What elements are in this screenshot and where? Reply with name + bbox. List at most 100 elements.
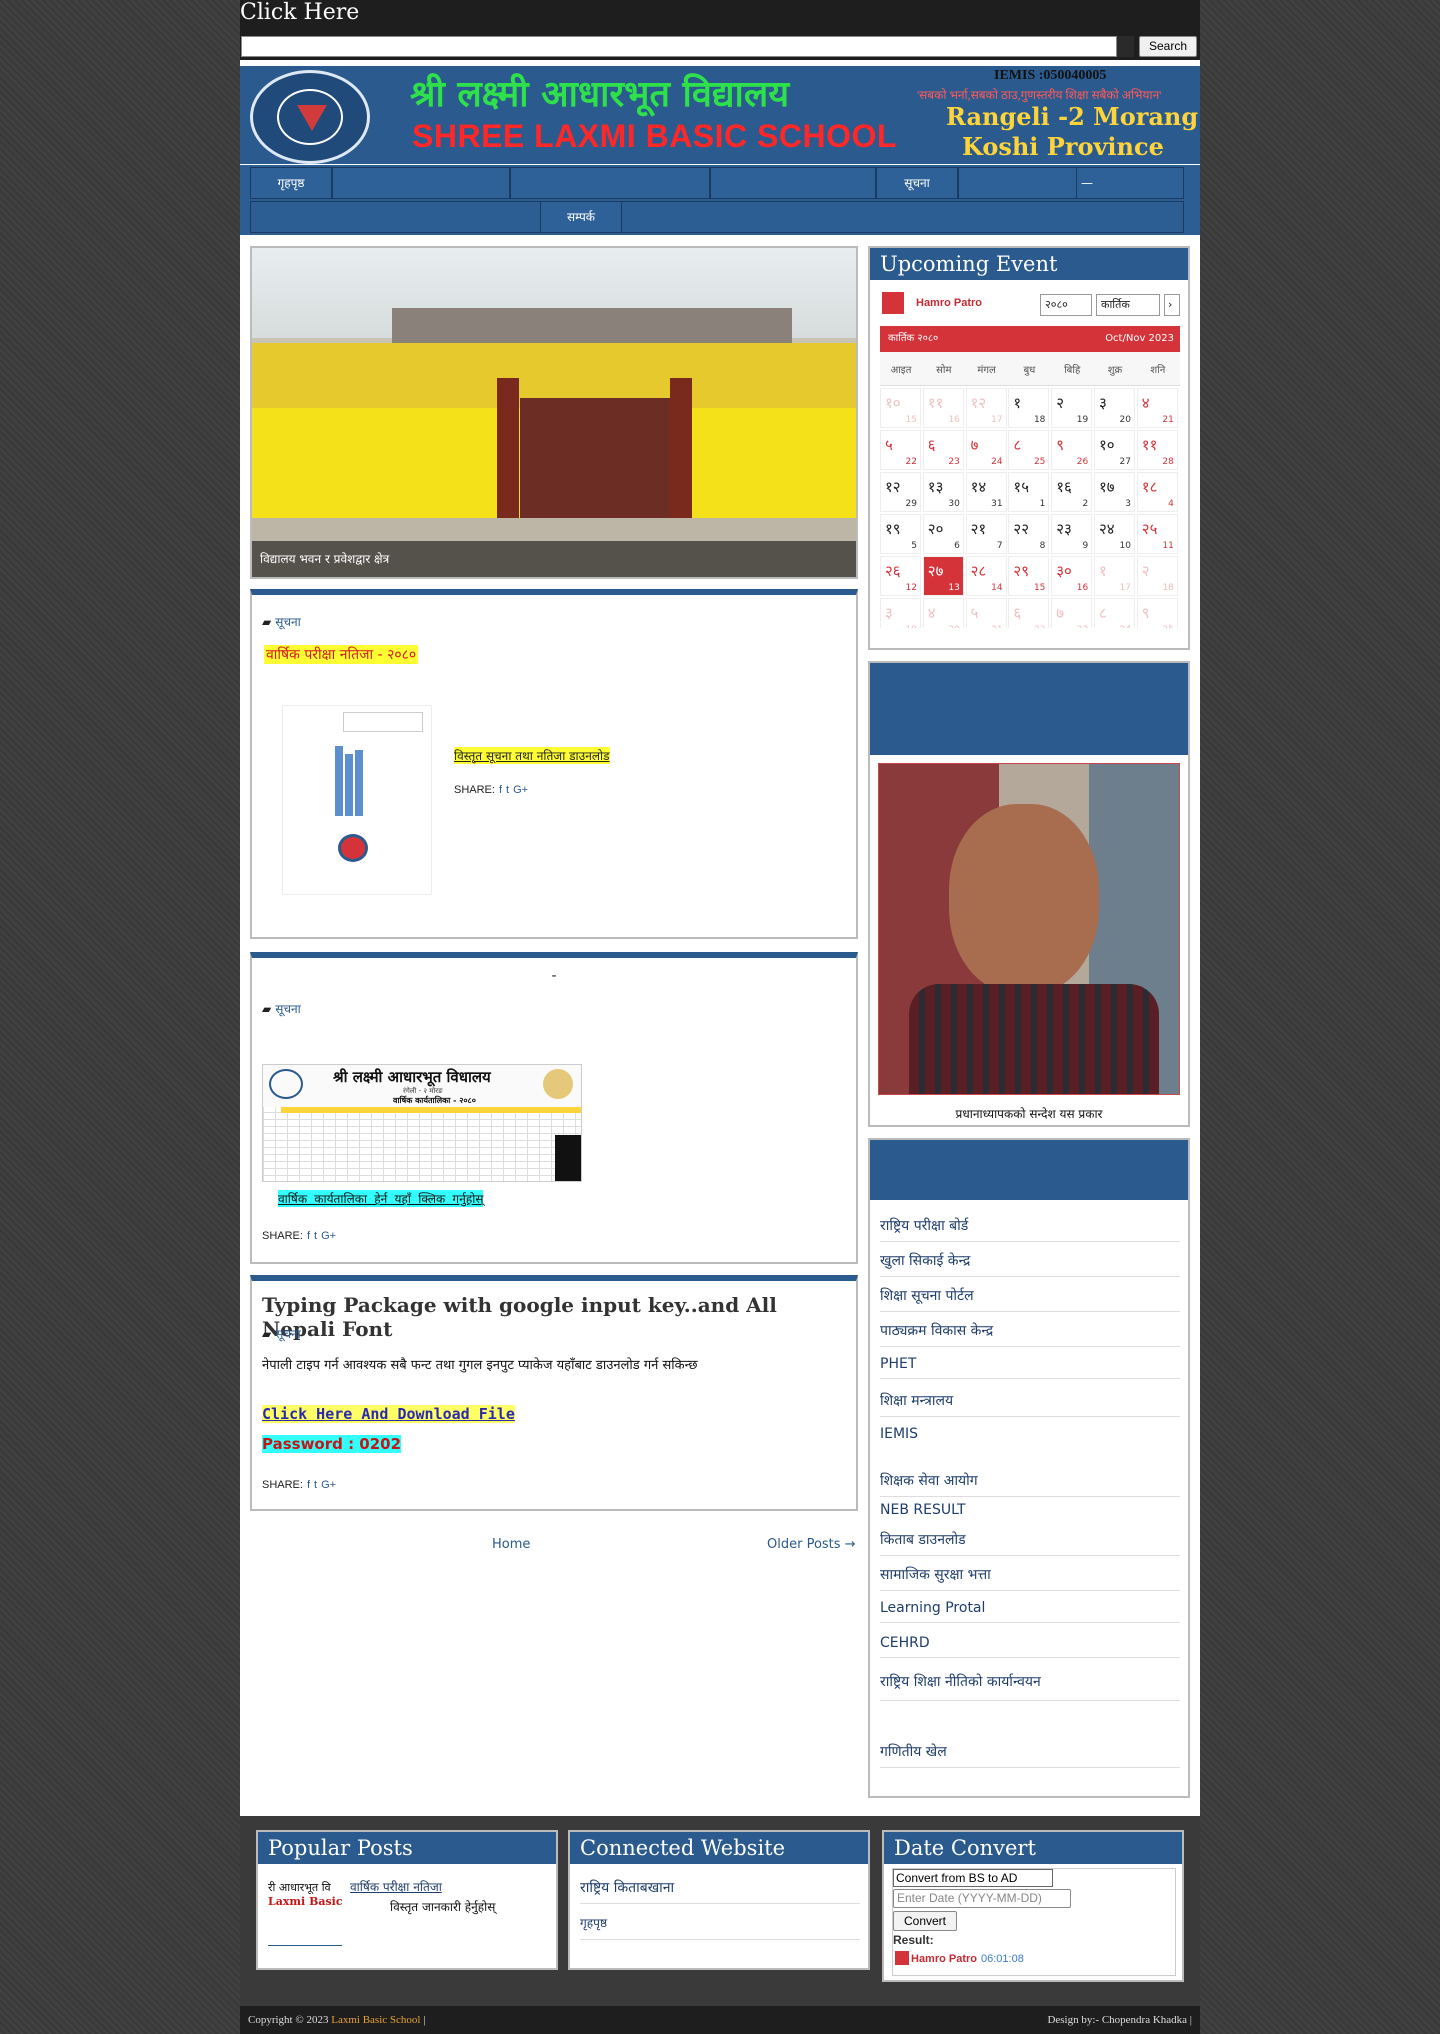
calendar-day[interactable]: ९ 26 bbox=[1051, 430, 1093, 470]
school-link[interactable]: Laxmi Basic School bbox=[331, 2014, 420, 2026]
calendar-day[interactable]: ७ 23 bbox=[1051, 598, 1093, 628]
calendar-day[interactable]: ६ 23 bbox=[922, 430, 964, 470]
nav-item-home[interactable]: गृहपृष्ठ bbox=[250, 167, 332, 199]
nav-item-4[interactable] bbox=[710, 167, 876, 199]
post-title[interactable]: Typing Package with google input key..an… bbox=[262, 1293, 856, 1341]
calendar-day[interactable]: २९ 15 bbox=[1008, 556, 1050, 596]
calendar-day[interactable]: २ 19 bbox=[1051, 388, 1093, 428]
calendar-day[interactable]: १२ 17 bbox=[965, 388, 1007, 428]
calendar-day[interactable]: १२ 29 bbox=[880, 472, 921, 512]
link-item[interactable]: PHET bbox=[880, 1356, 1180, 1379]
calendar-day[interactable]: २८ 14 bbox=[965, 556, 1007, 596]
calendar-day[interactable]: ४ 20 bbox=[922, 598, 964, 628]
calendar-day[interactable]: ३ 19 bbox=[880, 598, 921, 628]
link-item[interactable]: खुला सिकाई केन्द्र bbox=[880, 1251, 1180, 1277]
link-item[interactable]: पाठ्यक्रम विकास केन्द्र bbox=[880, 1321, 1180, 1347]
convert-button[interactable]: Convert bbox=[893, 1911, 957, 1931]
calendar-day[interactable]: १ 18 bbox=[1008, 388, 1050, 428]
popular-post-link[interactable]: वार्षिक परीक्षा नतिजा bbox=[350, 1878, 550, 1895]
search-input[interactable] bbox=[241, 36, 1117, 57]
calendar-day[interactable]: ११ 28 bbox=[1136, 430, 1178, 470]
calendar-day[interactable]: १९ 5 bbox=[880, 514, 921, 554]
connected-link[interactable]: राष्ट्रिय किताबखाना bbox=[580, 1878, 860, 1904]
calendar-day[interactable]: २६ 12 bbox=[880, 556, 921, 596]
popular-post-thumbnail[interactable]: री आधारभूत वि Laxmi Basic Sc bbox=[268, 1880, 342, 1946]
annual-calendar-thumbnail[interactable]: श्री लक्ष्मी आधारभूत विधालय रंगेली - २ म… bbox=[262, 1064, 582, 1182]
pagination-older-link[interactable]: Older Posts → bbox=[767, 1537, 856, 1552]
design-credit[interactable]: Design by:- Chopendra Khadka | bbox=[1047, 2014, 1192, 2026]
link-item[interactable]: Learning Protal bbox=[880, 1600, 1180, 1623]
nav-item-2[interactable] bbox=[332, 167, 510, 199]
calendar-day[interactable]: १ 17 bbox=[1094, 556, 1135, 596]
calendar-day[interactable]: ६ 22 bbox=[1008, 598, 1050, 628]
calendar-go-button[interactable]: › bbox=[1164, 294, 1180, 316]
post-category[interactable]: ▰ सूचना bbox=[262, 1000, 301, 1017]
calendar-brand[interactable]: Hamro Patro bbox=[916, 297, 982, 309]
calendar-day[interactable]: ७ 24 bbox=[965, 430, 1007, 470]
calendar-day[interactable]: ३० 16 bbox=[1051, 556, 1093, 596]
calendar-day[interactable]: ४ 21 bbox=[1136, 388, 1178, 428]
calendar-day[interactable]: ५ 21 bbox=[965, 598, 1007, 628]
link-item[interactable]: शिक्षा मन्त्रालय bbox=[880, 1391, 1180, 1417]
link-item[interactable]: शिक्षक सेवा आयोग bbox=[880, 1471, 1180, 1497]
connected-link[interactable]: गृहपृष्ठ bbox=[580, 1914, 860, 1940]
calendar-day[interactable]: १० 15 bbox=[880, 388, 921, 428]
calendar-day[interactable]: २२ 8 bbox=[1008, 514, 1050, 554]
nav-item-notice[interactable]: सूचना bbox=[876, 167, 958, 199]
calendar-day[interactable]: १७ 3 bbox=[1094, 472, 1135, 512]
post-document-thumbnail[interactable] bbox=[282, 705, 432, 895]
calendar-day[interactable]: ८ 24 bbox=[1094, 598, 1135, 628]
link-item[interactable]: NEB RESULT bbox=[880, 1502, 1180, 1524]
facebook-icon[interactable]: f bbox=[307, 1230, 310, 1242]
calendar-day[interactable]: १४ 31 bbox=[965, 472, 1007, 512]
calendar-day[interactable]: १६ 2 bbox=[1051, 472, 1093, 512]
post-doc-link[interactable]: विस्तृत सूचना तथा नतिजा डाउनलोड bbox=[454, 747, 610, 764]
nav-item-contact[interactable]: सम्पर्क bbox=[540, 201, 622, 233]
link-item[interactable]: IEMIS bbox=[880, 1426, 1180, 1448]
link-item[interactable]: राष्ट्रिय शिक्षा नीतिको कार्यान्वयन bbox=[880, 1670, 1180, 1701]
link-item[interactable]: किताब डाउनलोड bbox=[880, 1530, 1180, 1556]
nav-item-3[interactable] bbox=[510, 167, 710, 199]
download-file-link[interactable]: Click Here And Download File bbox=[262, 1405, 515, 1423]
calendar-day[interactable]: ९ 25 bbox=[1136, 598, 1178, 628]
link-item[interactable]: गणितीय खेल bbox=[880, 1742, 1180, 1768]
calendar-day[interactable]: १५ 1 bbox=[1008, 472, 1050, 512]
month-select[interactable]: कार्तिक bbox=[1096, 294, 1160, 316]
post-category[interactable]: ▰ सूचना bbox=[262, 1325, 301, 1342]
calendar-day[interactable]: १८ 4 bbox=[1136, 472, 1178, 512]
calendar-day[interactable]: २ 18 bbox=[1136, 556, 1178, 596]
link-item[interactable]: शिक्षा सूचना पोर्टल bbox=[880, 1286, 1180, 1312]
calendar-day[interactable]: ३ 20 bbox=[1094, 388, 1135, 428]
twitter-icon[interactable]: t bbox=[506, 784, 509, 796]
post-category[interactable]: ▰ सूचना bbox=[262, 613, 301, 630]
calendar-day[interactable]: १३ 30 bbox=[922, 472, 964, 512]
google-plus-icon[interactable]: G+ bbox=[321, 1230, 336, 1242]
calendar-day[interactable]: १० 27 bbox=[1094, 430, 1135, 470]
calendar-day-today[interactable]: २७ 13 bbox=[922, 556, 964, 596]
calendar-day[interactable]: ५ 22 bbox=[880, 430, 921, 470]
calendar-day[interactable]: २४ 10 bbox=[1094, 514, 1135, 554]
calendar-day[interactable]: २३ 9 bbox=[1051, 514, 1093, 554]
twitter-icon[interactable]: t bbox=[314, 1230, 317, 1242]
image-slider[interactable]: विद्यालय भवन र प्रवेशद्वार क्षेत्र bbox=[250, 246, 858, 579]
hamro-patro-link[interactable]: Hamro Patro bbox=[911, 1953, 977, 1965]
year-select[interactable]: २०८० bbox=[1040, 294, 1092, 316]
convert-mode-select[interactable]: Convert from BS to AD bbox=[893, 1869, 1053, 1887]
pagination-home-link[interactable]: Home bbox=[492, 1537, 530, 1552]
calendar-day[interactable]: २० 6 bbox=[922, 514, 964, 554]
date-input[interactable]: Enter Date (YYYY-MM-DD) bbox=[893, 1889, 1071, 1908]
calendar-day[interactable]: ८ 25 bbox=[1008, 430, 1050, 470]
calendar-link[interactable]: वार्षिक कार्यतालिका हेर्न यहाँ क्लिक गर्… bbox=[278, 1190, 484, 1207]
calendar-day[interactable]: २५ 11 bbox=[1136, 514, 1178, 554]
link-item[interactable]: राष्ट्रिय परीक्षा बोर्ड bbox=[880, 1216, 1180, 1242]
google-plus-icon[interactable]: G+ bbox=[321, 1479, 336, 1491]
search-button[interactable]: Search bbox=[1139, 36, 1197, 57]
click-here-link[interactable]: Click Here bbox=[240, 0, 359, 25]
twitter-icon[interactable]: t bbox=[314, 1479, 317, 1491]
google-plus-icon[interactable]: G+ bbox=[513, 784, 528, 796]
nav-item-7[interactable]: — bbox=[1076, 167, 1184, 199]
link-item[interactable]: CEHRD bbox=[880, 1635, 1180, 1658]
facebook-icon[interactable]: f bbox=[499, 784, 502, 796]
calendar-day[interactable]: ११ 16 bbox=[922, 388, 964, 428]
facebook-icon[interactable]: f bbox=[307, 1479, 310, 1491]
